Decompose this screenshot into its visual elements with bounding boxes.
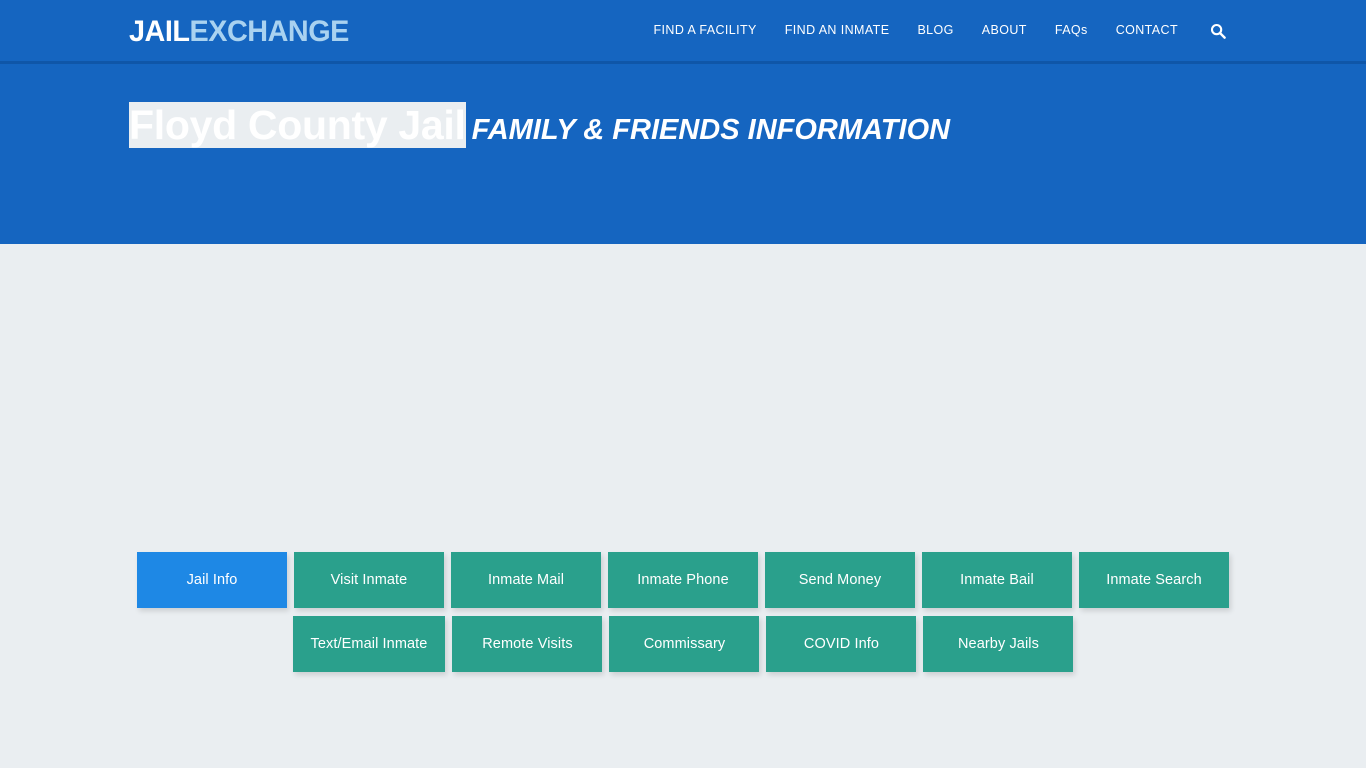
facility-tab-row-1: Jail Info Visit Inmate Inmate Mail Inmat…: [0, 552, 1366, 608]
logo-text-jail: JAIL: [129, 15, 190, 48]
tab-jail-info[interactable]: Jail Info: [137, 552, 287, 608]
tab-text-email-inmate[interactable]: Text/Email Inmate: [292, 616, 446, 672]
nav-item-find-a-facility[interactable]: FIND A FACILITY: [640, 0, 771, 61]
tab-inmate-search[interactable]: Inmate Search: [1079, 552, 1229, 608]
main-content: Jail Info Visit Inmate Inmate Mail Inmat…: [0, 244, 1366, 768]
search-icon: [1210, 23, 1226, 39]
nav-item-about[interactable]: ABOUT: [968, 0, 1041, 61]
facility-tab-row-2: Text/Email Inmate Remote Visits Commissa…: [0, 616, 1366, 672]
page-title-subtitle: FAMILY & FRIENDS INFORMATION: [471, 114, 951, 146]
tab-commissary[interactable]: Commissary: [609, 616, 760, 672]
main-menu: FIND A FACILITY FIND AN INMATE BLOG ABOU…: [640, 0, 1237, 61]
tab-remote-visits[interactable]: Remote Visits: [452, 616, 603, 672]
nav-item-find-an-inmate[interactable]: FIND AN INMATE: [771, 0, 904, 61]
facility-tab-navigation: Jail Info Visit Inmate Inmate Mail Inmat…: [0, 552, 1366, 680]
tab-inmate-phone[interactable]: Inmate Phone: [608, 552, 758, 608]
search-button[interactable]: [1192, 0, 1236, 61]
tab-nearby-jails[interactable]: Nearby Jails: [923, 616, 1074, 672]
nav-item-contact[interactable]: CONTACT: [1102, 0, 1192, 61]
tab-send-money[interactable]: Send Money: [765, 552, 915, 608]
page-title: Floyd County Jail FAMILY & FRIENDS INFORM…: [129, 102, 951, 148]
nav-item-blog[interactable]: BLOG: [903, 0, 967, 61]
logo-text-exchange: EXCHANGE: [189, 15, 349, 48]
tab-inmate-mail[interactable]: Inmate Mail: [451, 552, 601, 608]
site-logo[interactable]: JAILEXCHANGE: [129, 17, 349, 47]
top-navigation-bar: JAILEXCHANGE FIND A FACILITY FIND AN INM…: [0, 0, 1366, 64]
tab-inmate-bail[interactable]: Inmate Bail: [922, 552, 1072, 608]
page-title-main: Floyd County Jail: [129, 102, 466, 148]
tab-covid-info[interactable]: COVID Info: [766, 616, 917, 672]
page-hero: Floyd County Jail FAMILY & FRIENDS INFORM…: [0, 64, 1366, 259]
tab-visit-inmate[interactable]: Visit Inmate: [294, 552, 444, 608]
nav-item-faqs[interactable]: FAQs: [1041, 0, 1102, 61]
